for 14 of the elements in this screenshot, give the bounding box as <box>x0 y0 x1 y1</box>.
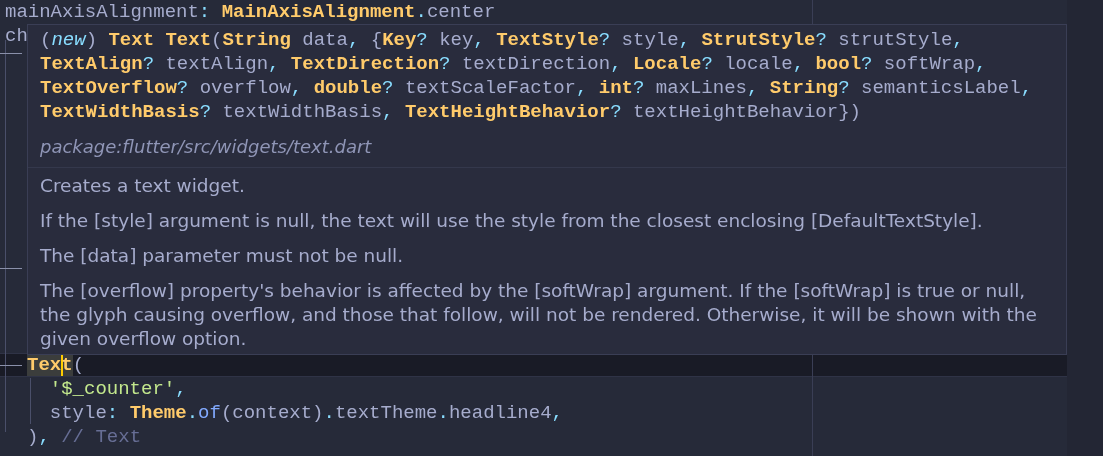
doc-paragraph: If the [style] argument is null, the text will use the style from the closest enclosing [DefaultTextStyle]. <box>40 209 983 233</box>
code-line: ), // Text <box>26 425 142 449</box>
doc-paragraph: The [data] parameter must not be null. <box>40 244 404 268</box>
signature-line: TextWidthBasis? textWidthBasis, TextHeightBehavior? textHeightBehavior}) <box>40 100 861 124</box>
package-path: package:flutter/src/widgets/text.dart <box>40 135 372 159</box>
doc-paragraph: Creates a text widget. <box>40 174 245 198</box>
signature-line: TextAlign? textAlign, TextDirection? textDirection, Locale? locale, bool? softWrap, <box>40 52 987 76</box>
code-line: ch <box>4 24 28 48</box>
code-line: style: Theme.of(context).textTheme.headline4, <box>48 401 563 425</box>
signature-line: TextOverflow? overflow, double? textScaleFactor, int? maxLines, String? semanticsLabel, <box>40 76 1033 100</box>
code-line: mainAxisAlignment: MainAxisAlignment.center <box>4 0 496 24</box>
code-line: '$_counter', <box>48 377 187 401</box>
doc-paragraph: The [overflow] property's behavior is affected by the [softWrap] argument. If the [softWrap] is true or null, the glyph causing overflow, and those that follow, will not be rendered. Otherwise, it will be shown with the given overflow option. <box>40 279 1038 351</box>
signature-line: (new) Text Text(String data, {Key? key, TextStyle? style, StrutStyle? strutStyle, <box>40 28 964 52</box>
